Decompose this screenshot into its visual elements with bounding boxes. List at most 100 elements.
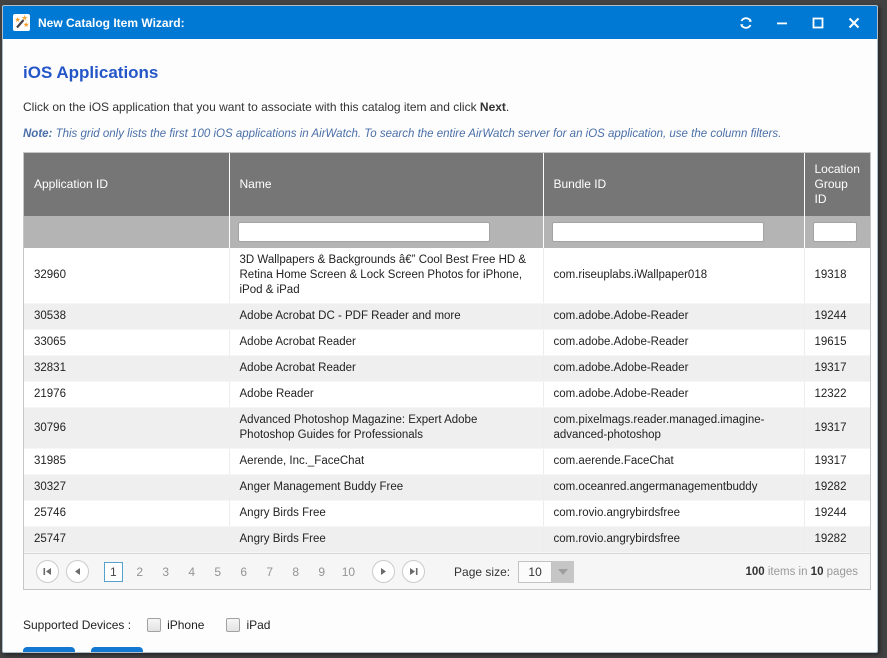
applications-grid: Application ID Name Bundle ID Location G… — [23, 152, 871, 590]
name-cell: Adobe Acrobat Reader — [229, 330, 543, 356]
application-id-cell: 25746 — [24, 501, 229, 527]
iphone-checkbox[interactable] — [147, 618, 161, 632]
refresh-button[interactable] — [733, 12, 759, 34]
maximize-button[interactable] — [805, 12, 831, 34]
note-text: Note: This grid only lists the first 100… — [23, 128, 871, 140]
location-group-id-cell: 19317 — [804, 408, 870, 449]
minimize-button[interactable] — [769, 12, 795, 34]
bundle-id-cell: com.pixelmags.reader.managed.imagine-adv… — [543, 408, 804, 449]
instruction-prefix: Click on the iOS application that you wa… — [23, 100, 480, 114]
supported-devices-label: Supported Devices : — [23, 618, 131, 632]
page-number-9[interactable]: 9 — [313, 563, 331, 581]
page-number-5[interactable]: 5 — [209, 563, 227, 581]
back-button[interactable]: Back — [23, 647, 75, 653]
application-id-cell: 25747 — [24, 527, 229, 553]
page-number-6[interactable]: 6 — [235, 563, 253, 581]
name-cell: Adobe Acrobat DC - PDF Reader and more — [229, 304, 543, 330]
column-header-location-group-id[interactable]: Location Group ID — [804, 153, 870, 216]
location-group-id-cell: 19244 — [804, 304, 870, 330]
page-size-dropdown-button[interactable] — [552, 561, 574, 583]
last-page-icon — [409, 567, 418, 576]
next-page-button[interactable] — [372, 560, 395, 583]
bundle-id-cell: com.adobe.Adobe-Reader — [543, 382, 804, 408]
bundle-id-cell: com.riseuplabs.iWallpaper018 — [543, 248, 804, 304]
ipad-checkbox-item: iPad — [226, 618, 270, 632]
titlebar: ★ ★ ★ New Catalog Item Wizard: — [3, 6, 877, 39]
location-group-id-cell: 19282 — [804, 527, 870, 553]
next-button[interactable]: Next — [91, 647, 143, 653]
name-cell: 3D Wallpapers & Backgrounds â€” Cool Bes… — [229, 248, 543, 304]
name-cell: Angry Birds Free — [229, 501, 543, 527]
application-id-cell: 33065 — [24, 330, 229, 356]
next-page-icon — [379, 567, 388, 576]
name-cell: Advanced Photoshop Magazine: Expert Adob… — [229, 408, 543, 449]
page-number-4[interactable]: 4 — [183, 563, 201, 581]
page-number-2[interactable]: 2 — [131, 563, 149, 581]
previous-page-button[interactable] — [66, 560, 89, 583]
page-number-10[interactable]: 10 — [339, 563, 358, 581]
table-row[interactable]: 30796Advanced Photoshop Magazine: Expert… — [24, 408, 870, 449]
application-id-cell: 21976 — [24, 382, 229, 408]
table-row[interactable]: 32831Adobe Acrobat Readercom.adobe.Adobe… — [24, 356, 870, 382]
page-number-3[interactable]: 3 — [157, 563, 175, 581]
table-row[interactable]: 21976Adobe Readercom.adobe.Adobe-Reader1… — [24, 382, 870, 408]
location-group-id-cell: 12322 — [804, 382, 870, 408]
column-header-application-id[interactable]: Application ID — [24, 153, 229, 216]
bundle-id-cell: com.rovio.angrybirdsfree — [543, 527, 804, 553]
application-id-cell: 31985 — [24, 449, 229, 475]
name-cell: Adobe Acrobat Reader — [229, 356, 543, 382]
page-size-select[interactable]: 10 — [518, 561, 574, 583]
name-filter-input[interactable] — [238, 222, 490, 242]
note-label: Note: — [23, 128, 52, 140]
close-button[interactable] — [841, 12, 867, 34]
table-row[interactable]: 25747Angry Birds Freecom.rovio.angrybird… — [24, 527, 870, 553]
dialog-body: iOS Applications Click on the iOS applic… — [3, 63, 877, 653]
iphone-checkbox-label: iPhone — [167, 618, 204, 632]
page-number-8[interactable]: 8 — [287, 563, 305, 581]
bundle-id-filter-input[interactable] — [552, 222, 764, 242]
location-group-id-cell: 19282 — [804, 475, 870, 501]
name-cell: Aerende, Inc._FaceChat — [229, 449, 543, 475]
application-id-cell: 30796 — [24, 408, 229, 449]
table-row[interactable]: 30538Adobe Acrobat DC - PDF Reader and m… — [24, 304, 870, 330]
table-row[interactable]: 31985Aerende, Inc._FaceChatcom.aerende.F… — [24, 449, 870, 475]
svg-text:★: ★ — [15, 16, 21, 24]
table-row[interactable]: 30327Anger Management Buddy Freecom.ocea… — [24, 475, 870, 501]
application-id-cell: 30327 — [24, 475, 229, 501]
previous-page-icon — [73, 567, 82, 576]
last-page-button[interactable] — [402, 560, 425, 583]
instruction-bold-next: Next — [480, 100, 506, 114]
application-id-cell: 30538 — [24, 304, 229, 330]
application-id-cell: 32831 — [24, 356, 229, 382]
table-row[interactable]: 329603D Wallpapers & Backgrounds â€” Coo… — [24, 248, 870, 304]
column-header-name[interactable]: Name — [229, 153, 543, 216]
pager-bar: 12345678910 Page size: 10 100 items in 1… — [24, 553, 870, 589]
location-group-id-cell: 19317 — [804, 449, 870, 475]
wizard-wand-icon: ★ ★ ★ — [13, 14, 30, 31]
grid-header-row: Application ID Name Bundle ID Location G… — [24, 153, 870, 216]
name-cell: Anger Management Buddy Free — [229, 475, 543, 501]
first-page-button[interactable] — [36, 560, 59, 583]
pages-count: 10 — [811, 566, 824, 578]
table-row[interactable]: 25746Angry Birds Freecom.rovio.angrybird… — [24, 501, 870, 527]
column-header-bundle-id[interactable]: Bundle ID — [543, 153, 804, 216]
bundle-id-cell: com.adobe.Adobe-Reader — [543, 330, 804, 356]
summary-suffix-text: pages — [823, 566, 858, 578]
table-row[interactable]: 33065Adobe Acrobat Readercom.adobe.Adobe… — [24, 330, 870, 356]
bundle-id-cell: com.rovio.angrybirdsfree — [543, 501, 804, 527]
iphone-checkbox-item: iPhone — [147, 618, 204, 632]
filter-cell-bundle-id — [543, 216, 804, 248]
minimize-icon — [776, 17, 788, 29]
instruction-suffix: . — [506, 100, 509, 114]
svg-text:★: ★ — [23, 21, 29, 29]
location-group-id-cell: 19244 — [804, 501, 870, 527]
chevron-down-icon — [558, 569, 568, 575]
location-group-id-filter-input[interactable] — [813, 222, 857, 242]
supported-devices-row: Supported Devices : iPhone iPad — [23, 618, 871, 632]
ipad-checkbox[interactable] — [226, 618, 240, 632]
bundle-id-cell: com.oceanred.angermanagementbuddy — [543, 475, 804, 501]
filter-cell-name — [229, 216, 543, 248]
page-number-7[interactable]: 7 — [261, 563, 279, 581]
wizard-button-row: Back Next — [23, 647, 871, 653]
page-number-1[interactable]: 1 — [104, 562, 123, 582]
